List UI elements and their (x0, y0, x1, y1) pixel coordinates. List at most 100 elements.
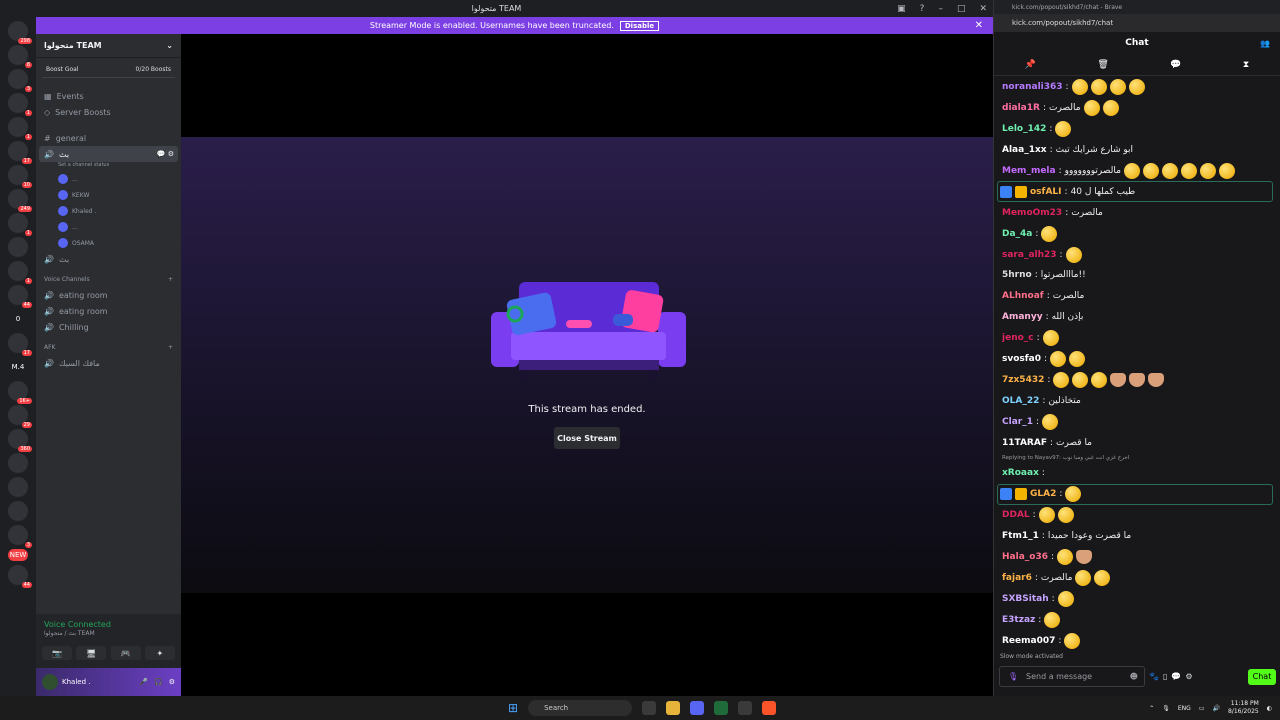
server-icon[interactable]: 249 (8, 189, 32, 212)
settings-gear-icon[interactable]: ⚙ (169, 678, 175, 686)
chat-message[interactable]: 11TARAF: ما قصرت (1002, 432, 1275, 453)
chat-message[interactable]: sara_alh23: (1002, 244, 1275, 265)
chat-message[interactable]: Lelo_142: (1002, 119, 1275, 140)
file-explorer-icon[interactable] (666, 701, 681, 715)
voice-channel[interactable]: 🔊 Chilling (36, 319, 181, 335)
chat-username[interactable]: Hala_o36 (1002, 552, 1048, 562)
chat-message[interactable]: xRoaax: (1002, 463, 1275, 484)
pin-icon[interactable]: 📌 (1025, 60, 1036, 70)
chat-message[interactable]: DDAL: (1002, 505, 1275, 526)
boost-goal[interactable]: Boost Goal 0/20 Boosts (42, 62, 175, 78)
brave-icon[interactable] (762, 701, 777, 715)
close-stream-button[interactable]: Close Stream (554, 427, 620, 449)
chat-message[interactable]: 7zx5432: (1002, 369, 1275, 390)
guild-header[interactable]: متحولوا TEAM ⌄ (36, 34, 181, 58)
channel-status[interactable]: Set a channel status (36, 162, 181, 171)
server-icon[interactable]: NEW (8, 549, 28, 561)
soundboard-button[interactable]: ✦ (144, 646, 175, 660)
chat-message[interactable]: GLA2: (997, 483, 1273, 505)
task-view-icon[interactable] (642, 701, 657, 715)
chat-username[interactable]: Reema007 (1002, 636, 1055, 646)
app-icon[interactable] (738, 701, 753, 715)
server-icon[interactable]: 17 (8, 333, 32, 356)
language-indicator[interactable]: ENG (1178, 705, 1191, 712)
voice-user[interactable]: OSAMA (36, 235, 181, 251)
volume-icon[interactable]: 🔊 (1213, 705, 1220, 712)
activity-button[interactable]: 🎮 (110, 646, 141, 660)
chat-username[interactable]: Lelo_142 (1002, 124, 1046, 134)
server-icon[interactable] (8, 477, 28, 497)
afk-category[interactable]: AFK + (36, 335, 181, 355)
emote-icon[interactable]: 🐾 (1149, 672, 1159, 681)
microphone-icon[interactable]: 🎤 (139, 678, 148, 686)
chat-message[interactable]: SXBSitah: (1002, 588, 1275, 609)
voice-location[interactable]: بث / متحولوا TEAM (36, 629, 181, 638)
chat-username[interactable]: diala1R (1002, 103, 1040, 113)
minimize-icon[interactable]: – (938, 4, 943, 14)
chat-username[interactable]: DDAL (1002, 510, 1030, 520)
chat-username[interactable]: Da_4a (1002, 229, 1032, 239)
chat-username[interactable]: jeno_c (1002, 333, 1034, 343)
server-icon[interactable]: 44 (8, 285, 32, 308)
chat-settings-icon[interactable]: ⚙ (1185, 672, 1192, 681)
chat-username[interactable]: svosfa0 (1002, 354, 1041, 364)
server-icon[interactable]: M.4 (8, 357, 28, 377)
chat-username[interactable]: noranali363 (1002, 82, 1063, 92)
chat-message[interactable]: osfALI: طيب كملها ل 40 (997, 181, 1273, 203)
voice-user[interactable]: Khaled . (36, 203, 181, 219)
chat-message[interactable]: Amanyy: بإذن الله (1002, 307, 1275, 328)
disable-streamer-mode-button[interactable]: Disable (619, 20, 660, 31)
reply-preview[interactable]: Replying to Nayav97: اخرج غزي انت غبي وم… (1002, 453, 1275, 463)
chat-message[interactable]: Alaa_1xx: ابو شارع شرايك تبث (1002, 140, 1275, 161)
clock[interactable]: 11:18 PM 8/16/2025 (1228, 700, 1259, 716)
chat-message[interactable]: noranali363: (1002, 77, 1275, 98)
chat-message[interactable]: Hala_o36: (1002, 547, 1275, 568)
server-icon[interactable]: 1 (8, 213, 32, 236)
chat-username[interactable]: MemoOm23 (1002, 208, 1062, 218)
chat-bubble-icon[interactable]: 💬 (1171, 672, 1181, 681)
active-voice-channel[interactable]: 🔊 بث 💬 ⚙ (39, 146, 178, 162)
chat-username[interactable]: SXBSitah (1002, 594, 1049, 604)
chat-message[interactable]: svosfa0: (1002, 349, 1275, 370)
screen-share-button[interactable]: 🖥 (76, 646, 107, 660)
server-icon[interactable]: 360 (8, 429, 32, 452)
server-icon[interactable]: 298 (8, 21, 32, 44)
windows-start-icon[interactable]: ⊞ (508, 701, 518, 715)
chat-message[interactable]: E3tzaz: (1002, 609, 1275, 630)
server-icon[interactable]: 1 (8, 261, 32, 284)
server-boosts-link[interactable]: ◇ Server Boosts (36, 104, 181, 120)
message-icon[interactable]: 💬 (1170, 60, 1181, 70)
chat-message[interactable]: ALhnoaf: مالصرت (1002, 286, 1275, 307)
chat-message[interactable]: jeno_c: (1002, 328, 1275, 349)
camera-button[interactable]: 📷 (42, 646, 73, 660)
server-icon[interactable]: 0 (8, 309, 28, 329)
chat-username[interactable]: 5hrno (1002, 270, 1032, 280)
add-channel-icon[interactable]: + (168, 344, 173, 351)
user-list-icon[interactable]: 👥 (1260, 39, 1270, 48)
channel-actions[interactable]: 💬 ⚙ (157, 150, 174, 158)
chat-username[interactable]: GLA2 (1030, 489, 1056, 499)
server-icon[interactable] (8, 237, 28, 257)
chat-message[interactable]: fajar6: مالصرت (1002, 567, 1275, 588)
chat-username[interactable]: Ftm1_1 (1002, 531, 1039, 541)
taskbar-search[interactable]: Search (528, 700, 633, 716)
events-link[interactable]: ▦ Events (36, 88, 181, 104)
chat-username[interactable]: osfALI (1030, 187, 1062, 197)
chat-username[interactable]: OLA_22 (1002, 396, 1039, 406)
chat-username[interactable]: Alaa_1xx (1002, 145, 1047, 155)
chat-message[interactable]: Reema007: (1002, 630, 1275, 651)
network-icon[interactable]: ▭ (1199, 705, 1205, 712)
voice-channel[interactable]: 🔊 eating room (36, 287, 181, 303)
server-icon[interactable]: 3 (8, 69, 32, 92)
send-chat-button[interactable]: Chat (1248, 668, 1276, 685)
server-icon[interactable]: 10 (8, 165, 32, 188)
voice-user[interactable]: ... (36, 219, 181, 235)
server-icon[interactable]: 17 (8, 141, 32, 164)
chat-username[interactable]: ALhnoaf (1002, 291, 1044, 301)
server-icon[interactable] (8, 453, 28, 473)
notification-icon[interactable]: ◐ (1267, 705, 1272, 712)
maximize-icon[interactable]: □ (957, 4, 966, 14)
avatar[interactable] (42, 674, 58, 690)
server-icon[interactable] (8, 501, 28, 521)
chat-username[interactable]: 7zx5432 (1002, 375, 1044, 385)
